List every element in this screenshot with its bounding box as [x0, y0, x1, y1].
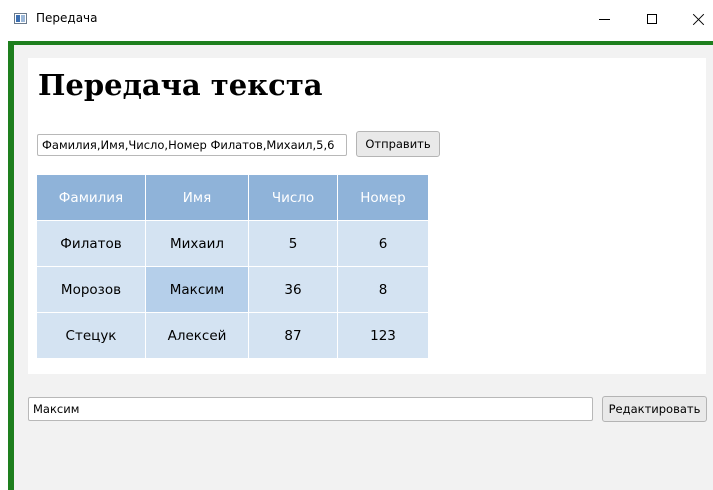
table-row[interactable]: Морозов Максим 36 8 [36, 266, 429, 313]
table-cell[interactable]: 123 [337, 312, 429, 359]
column-header-num[interactable]: Номер [337, 174, 429, 221]
page-heading: Передача текста [38, 68, 323, 102]
title-bar: Передача [0, 0, 713, 38]
window-title: Передача [36, 11, 98, 25]
app-window-icon [14, 13, 27, 24]
edit-input[interactable] [28, 397, 593, 421]
edit-button[interactable]: Редактировать [602, 396, 707, 422]
send-button[interactable]: Отправить [356, 131, 440, 157]
column-header-surname[interactable]: Фамилия [36, 174, 146, 221]
column-header-name[interactable]: Имя [145, 174, 249, 221]
maximize-button[interactable] [638, 6, 666, 32]
table-row[interactable]: Стецук Алексей 87 123 [36, 312, 429, 359]
data-table: Фамилия Имя Число Номер Филатов Михаил 5… [36, 174, 429, 359]
table-cell[interactable]: 6 [337, 220, 429, 267]
table-cell-selected[interactable]: Максим [145, 266, 249, 313]
data-input[interactable] [37, 134, 347, 156]
table-cell[interactable]: Стецук [36, 312, 146, 359]
table-cell[interactable]: 87 [248, 312, 338, 359]
column-header-number[interactable]: Число [248, 174, 338, 221]
close-icon [692, 13, 705, 26]
table-header-row: Фамилия Имя Число Номер [36, 174, 429, 221]
close-button[interactable] [684, 6, 712, 32]
table-cell[interactable]: 36 [248, 266, 338, 313]
table-cell[interactable]: 5 [248, 220, 338, 267]
table-cell[interactable]: 8 [337, 266, 429, 313]
table-cell[interactable]: Филатов [36, 220, 146, 267]
table-row[interactable]: Филатов Михаил 5 6 [36, 220, 429, 267]
minimize-icon [598, 18, 610, 20]
table-cell[interactable]: Морозов [36, 266, 146, 313]
maximize-icon [647, 14, 657, 24]
table-cell[interactable]: Алексей [145, 312, 249, 359]
table-cell[interactable]: Михаил [145, 220, 249, 267]
minimize-button[interactable] [590, 6, 618, 32]
